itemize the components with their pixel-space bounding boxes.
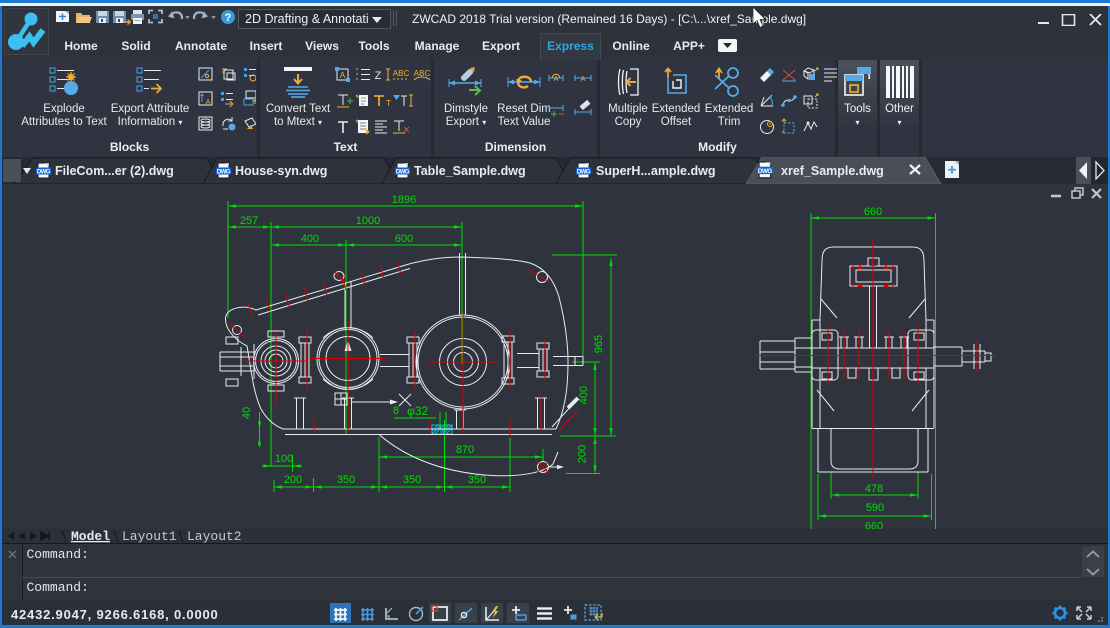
svg-text:xref_Sample.dwg: xref_Sample.dwg bbox=[781, 164, 884, 178]
svg-text:SuperH...ample.dwg: SuperH...ample.dwg bbox=[596, 164, 715, 178]
svg-text:660: 660 bbox=[865, 521, 883, 530]
svg-text:DWG: DWG bbox=[758, 168, 772, 175]
svg-text:A: A bbox=[206, 99, 211, 106]
svg-text:400: 400 bbox=[578, 386, 590, 404]
svg-text:660: 660 bbox=[864, 206, 882, 218]
svg-text:200: 200 bbox=[577, 445, 589, 463]
svg-text:350: 350 bbox=[337, 474, 355, 486]
svg-text:DWG: DWG bbox=[396, 170, 410, 176]
svg-text:Layout2: Layout2 bbox=[187, 529, 242, 543]
svg-text:Model: Model bbox=[71, 529, 110, 543]
svg-text:T: T bbox=[386, 99, 391, 108]
svg-text:A: A bbox=[554, 76, 559, 83]
svg-text:DWG: DWG bbox=[577, 170, 591, 176]
svg-text:Z: Z bbox=[375, 70, 382, 82]
svg-text:600: 600 bbox=[395, 233, 413, 245]
svg-text:DWG: DWG bbox=[217, 170, 231, 176]
svg-text:965: 965 bbox=[593, 335, 605, 353]
svg-text:8: 8 bbox=[393, 405, 399, 417]
svg-text:?: ? bbox=[225, 12, 232, 24]
svg-text:400: 400 bbox=[301, 233, 319, 245]
svg-text:1896: 1896 bbox=[392, 194, 416, 206]
svg-text:House-syn.dwg: House-syn.dwg bbox=[235, 164, 327, 178]
svg-text:φ32: φ32 bbox=[407, 404, 428, 418]
svg-text:478: 478 bbox=[865, 483, 883, 495]
svg-text:DWG: DWG bbox=[37, 170, 51, 176]
svg-text:590: 590 bbox=[866, 502, 884, 514]
svg-text:350: 350 bbox=[403, 474, 421, 486]
svg-text:100: 100 bbox=[275, 453, 293, 465]
svg-text:Layout1: Layout1 bbox=[122, 529, 177, 543]
svg-text:870: 870 bbox=[456, 444, 474, 456]
svg-text:ABC: ABC bbox=[393, 69, 410, 78]
svg-text:A: A bbox=[340, 71, 346, 80]
svg-text:257: 257 bbox=[240, 215, 258, 227]
svg-text:Table_Sample.dwg: Table_Sample.dwg bbox=[414, 164, 526, 178]
svg-text:40: 40 bbox=[241, 407, 253, 419]
svg-text:1000: 1000 bbox=[356, 215, 380, 227]
svg-text:350: 350 bbox=[468, 474, 486, 486]
svg-text:FileCom...er (2).dwg: FileCom...er (2).dwg bbox=[55, 164, 174, 178]
svg-text:200: 200 bbox=[284, 474, 302, 486]
